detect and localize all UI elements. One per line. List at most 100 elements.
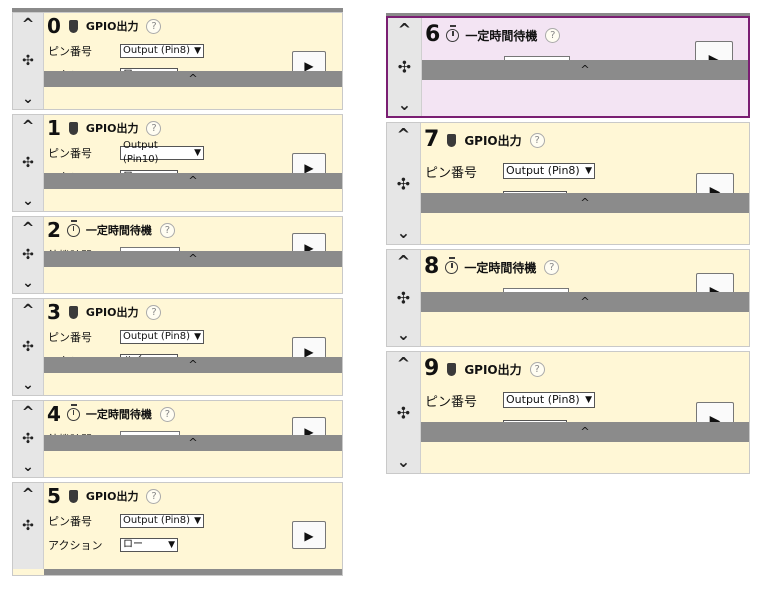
collapse-bar[interactable]: ^	[421, 422, 749, 442]
block-side-controls: ^ ✣	[13, 483, 44, 569]
block-index: 7	[424, 127, 440, 152]
collapse-bar[interactable]: ^	[422, 60, 748, 80]
block-title: GPIO出力	[85, 490, 139, 503]
wait-block-4[interactable]: ^ ✣ ⌄ 4 一定時間待機 ? 待機時間： 5 (秒) ▶ ^	[12, 400, 343, 478]
help-icon[interactable]: ?	[529, 132, 545, 148]
block-title: 一定時間待機	[85, 224, 152, 237]
timer-icon	[445, 256, 459, 274]
drag-handle-icon[interactable]: ✣	[13, 247, 43, 263]
block-index: 1	[47, 116, 61, 140]
move-up-button[interactable]: ^	[13, 219, 43, 237]
move-up-button[interactable]: ^	[387, 252, 420, 271]
help-icon[interactable]: ?	[146, 18, 162, 34]
help-icon[interactable]: ?	[146, 488, 162, 504]
collapse-bar[interactable]: ^	[44, 357, 342, 373]
move-down-button[interactable]: ⌄	[13, 377, 43, 393]
block-index: 5	[47, 484, 61, 508]
help-icon[interactable]: ?	[146, 120, 162, 136]
gpio-block-5[interactable]: ^ ✣ 5 GPIO出力 ? ピン番号 Output (Pin8) ▼ アクション…	[12, 482, 343, 576]
wait-block-6[interactable]: ^ ✣ ⌄ 6 一定時間待機 ? 待機時間： 5 (秒) ▶ ^	[386, 16, 750, 118]
collapse-bar[interactable]: ^	[44, 71, 342, 87]
collapse-bar[interactable]: ^	[421, 292, 749, 312]
help-icon[interactable]: ?	[159, 222, 175, 238]
block-side-controls: ^ ✣ ⌄	[13, 13, 44, 109]
move-up-button[interactable]: ^	[387, 125, 420, 144]
drag-handle-icon[interactable]: ✣	[13, 431, 43, 447]
block-side-controls: ^ ✣ ⌄	[388, 18, 422, 116]
pin-label: ピン番号	[425, 394, 478, 410]
help-icon[interactable]: ?	[545, 27, 561, 43]
help-icon[interactable]: ?	[159, 406, 175, 422]
pin-label: ピン番号	[48, 45, 92, 58]
move-up-button[interactable]: ^	[387, 354, 420, 373]
drag-handle-icon[interactable]: ✣	[13, 339, 43, 355]
gpio-icon	[68, 121, 78, 135]
pin-label: ピン番号	[425, 165, 478, 181]
pin-select[interactable]: Output (Pin10) ▼	[120, 140, 204, 165]
gpio-icon	[68, 305, 78, 319]
drag-handle-icon[interactable]: ✣	[13, 53, 43, 69]
move-down-button[interactable]: ⌄	[387, 452, 420, 471]
move-down-button[interactable]: ⌄	[387, 223, 420, 242]
gpio-block-1[interactable]: ^ ✣ ⌄ 1 GPIO出力 ? ピン番号 Output (Pin10)▼ アク…	[12, 114, 343, 212]
timer-icon	[66, 219, 80, 237]
drag-handle-icon[interactable]: ✣	[387, 403, 420, 422]
move-down-button[interactable]: ⌄	[388, 95, 421, 114]
wait-block-2[interactable]: ^ ✣ ⌄ 2 一定時間待機 ? 待機時間： 1 (秒) ▶ ^	[12, 216, 343, 294]
drag-handle-icon[interactable]: ✣	[388, 58, 421, 77]
drag-handle-icon[interactable]: ✣	[13, 518, 43, 534]
drag-handle-icon[interactable]: ✣	[387, 289, 420, 308]
block-side-controls: ^ ✣ ⌄	[387, 250, 421, 346]
block-title: GPIO出力	[464, 133, 522, 148]
collapse-bar[interactable]: ^	[44, 173, 342, 189]
help-icon[interactable]: ?	[529, 361, 545, 377]
pin-select[interactable]: Output (Pin8) ▼	[120, 44, 204, 58]
drag-handle-icon[interactable]: ✣	[387, 174, 420, 193]
block-index: 6	[425, 22, 441, 47]
move-up-button[interactable]: ^	[13, 485, 43, 503]
pin-label: ピン番号	[48, 515, 92, 528]
chevron-down-icon: ▼	[168, 540, 175, 550]
drag-handle-icon[interactable]: ✣	[13, 155, 43, 171]
collapse-bar[interactable]: ^	[44, 251, 342, 267]
move-up-button[interactable]: ^	[13, 15, 43, 33]
collapse-bar[interactable]	[44, 569, 342, 575]
pin-select[interactable]: Output (Pin8) ▼	[120, 514, 204, 528]
pin-select[interactable]: Output (Pin8) ▼	[120, 330, 204, 344]
gpio-icon	[68, 489, 78, 503]
move-up-button[interactable]: ^	[13, 403, 43, 421]
help-icon[interactable]: ?	[146, 304, 162, 320]
collapse-bar[interactable]: ^	[44, 435, 342, 451]
move-up-button[interactable]: ^	[388, 20, 421, 39]
collapse-bar[interactable]: ^	[421, 193, 749, 213]
move-down-button[interactable]: ⌄	[13, 275, 43, 291]
pin-label: ピン番号	[48, 147, 92, 160]
move-down-button[interactable]: ⌄	[13, 193, 43, 209]
gpio-block-9[interactable]: ^ ✣ ⌄ 9 GPIO出力 ? ピン番号 Output (Pin8)▼ アクシ…	[386, 351, 750, 474]
timer-icon	[446, 24, 460, 42]
block-title: GPIO出力	[464, 362, 522, 377]
block-title: 一定時間待機	[465, 28, 538, 43]
gpio-icon	[68, 19, 78, 33]
chevron-down-icon: ▼	[194, 148, 201, 158]
move-up-button[interactable]: ^	[13, 117, 43, 135]
wait-block-8[interactable]: ^ ✣ ⌄ 8 一定時間待機 ? 待機時間： 5 (秒) ▶ ^	[386, 249, 750, 347]
move-up-button[interactable]: ^	[13, 301, 43, 319]
block-side-controls: ^ ✣ ⌄	[387, 123, 421, 244]
move-down-button[interactable]: ⌄	[13, 91, 43, 107]
block-index: 3	[47, 300, 61, 324]
action-select[interactable]: ロー▼	[120, 538, 178, 552]
block-list-right: ^ ✣ ⌄ 6 一定時間待機 ? 待機時間： 5 (秒) ▶ ^	[386, 13, 750, 478]
pin-select[interactable]: Output (Pin8) ▼	[503, 163, 595, 179]
move-down-button[interactable]: ⌄	[387, 325, 420, 344]
block-index: 2	[47, 218, 61, 242]
gpio-block-0[interactable]: ^ ✣ ⌄ 0 GPIO出力 ? ピン番号 Output (Pin8)▼ アクシ…	[12, 12, 343, 110]
help-icon[interactable]: ?	[544, 259, 560, 275]
gpio-block-3[interactable]: ^ ✣ ⌄ 3 GPIO出力 ? ピン番号 Output (Pin8)▼ アクシ…	[12, 298, 343, 396]
pin-select[interactable]: Output (Pin8) ▼	[503, 392, 595, 408]
block-title: GPIO出力	[85, 306, 139, 319]
move-down-button[interactable]: ⌄	[13, 459, 43, 475]
gpio-block-7[interactable]: ^ ✣ ⌄ 7 GPIO出力 ? ピン番号 Output (Pin8)▼ アクシ…	[386, 122, 750, 245]
block-title: GPIO出力	[85, 20, 139, 33]
run-button[interactable]: ▶	[292, 521, 326, 549]
